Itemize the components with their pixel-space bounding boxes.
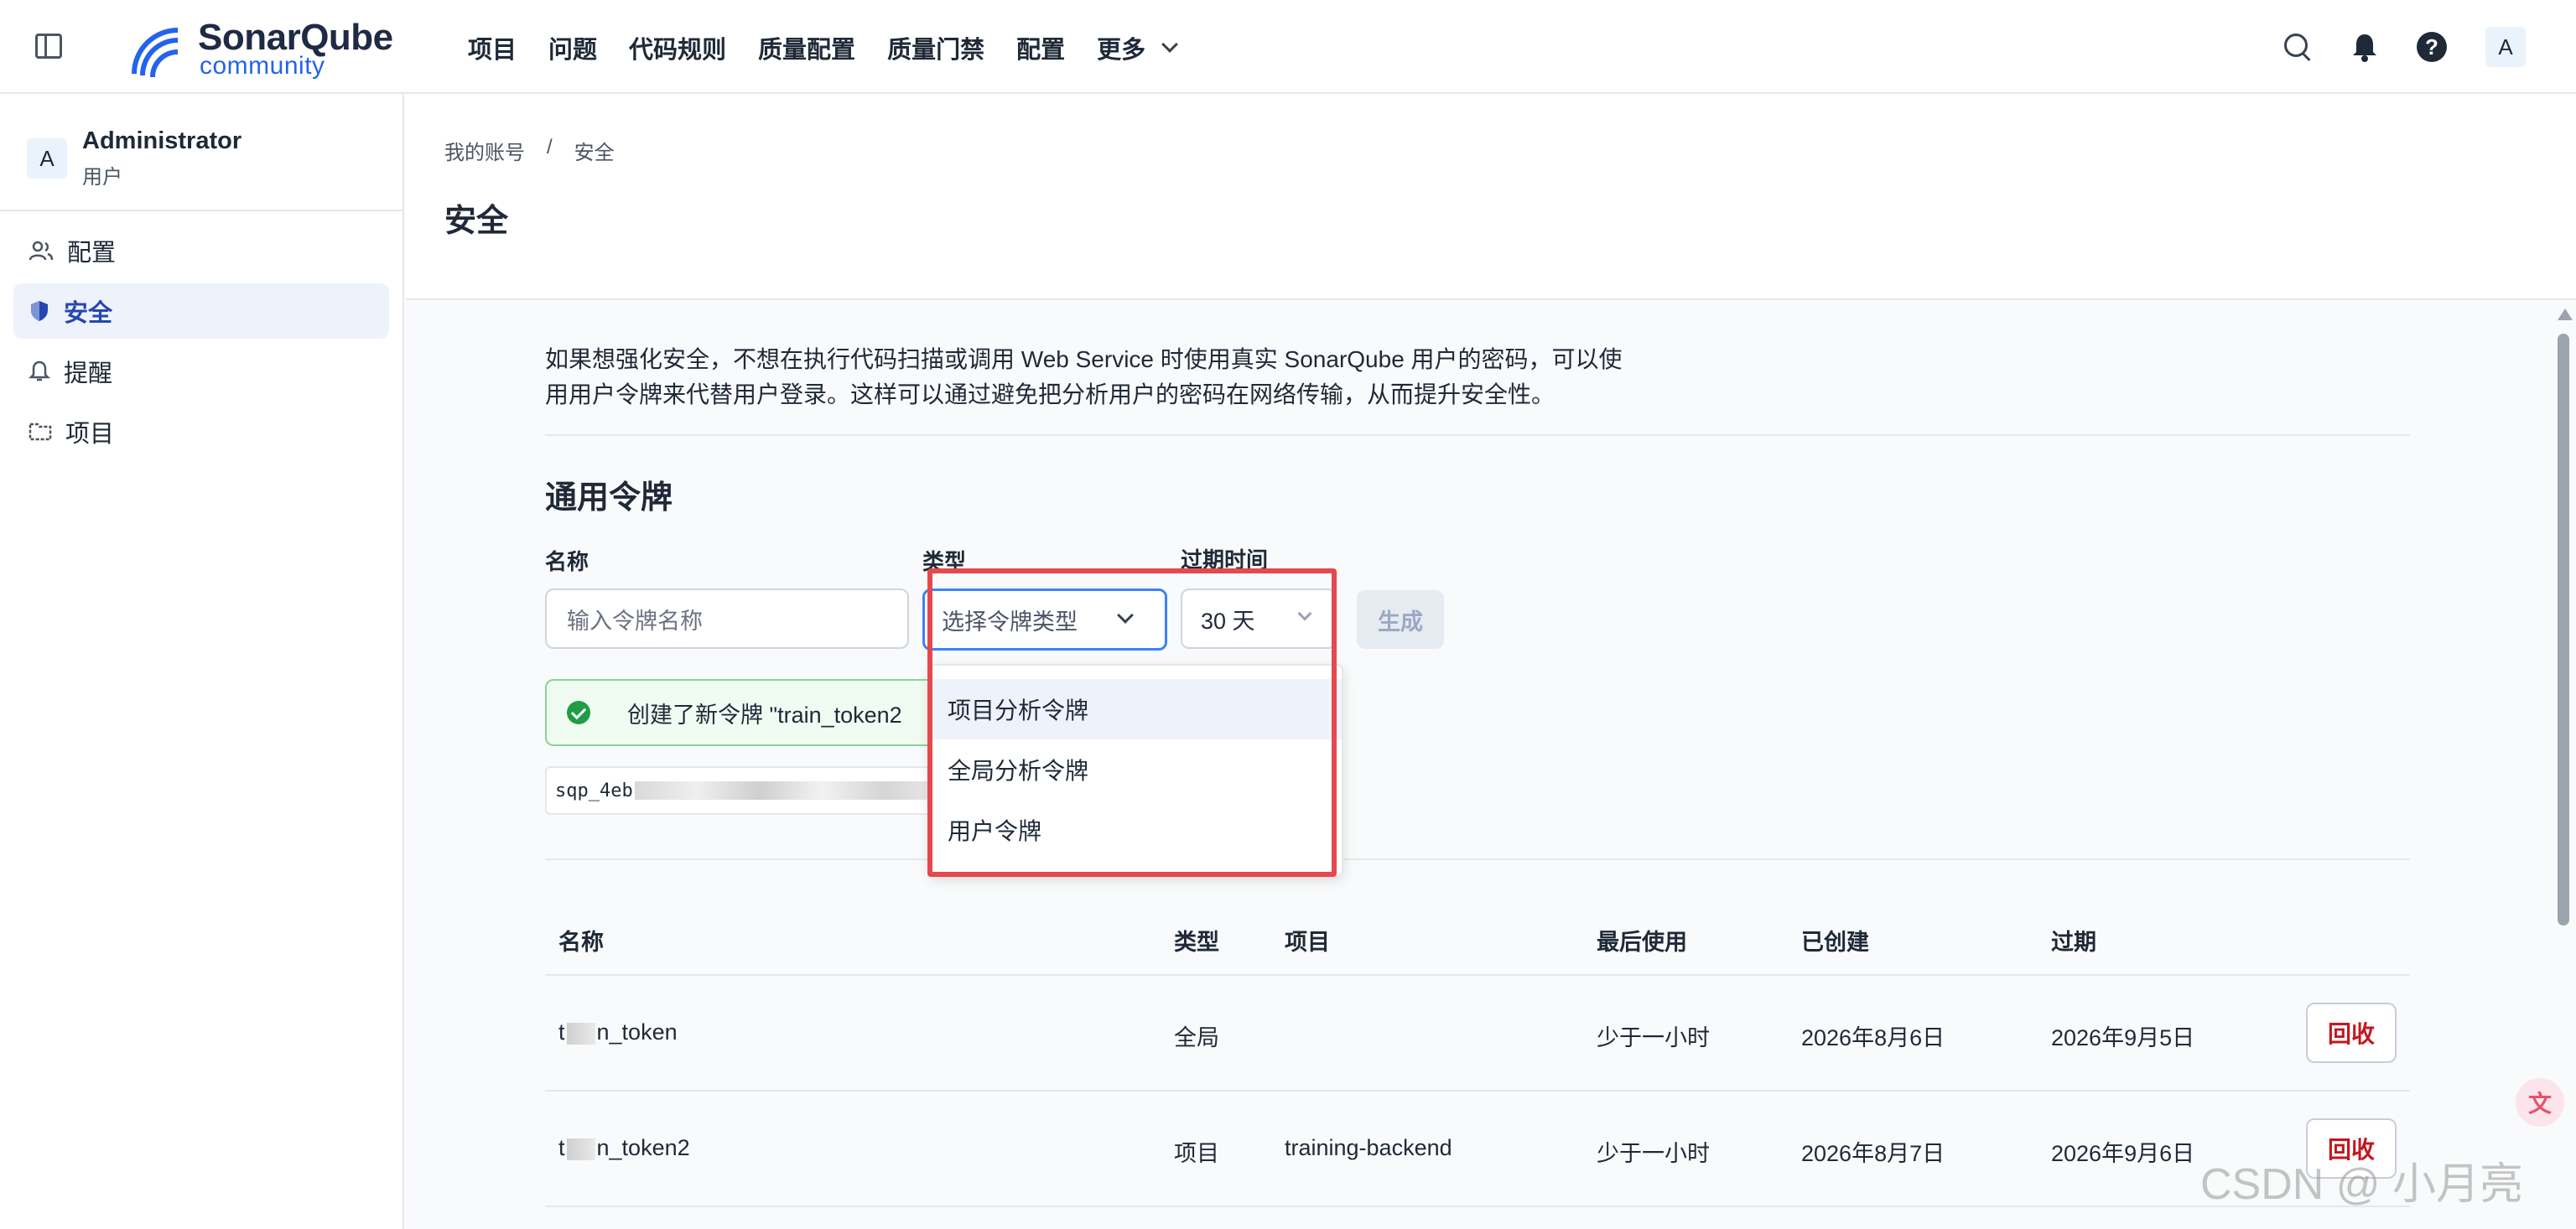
table-row: t n_token 全局 少于一小时 2026年8月6日 2026年9月5日 回收: [545, 976, 2410, 1092]
sidebar-item-label: 配置: [67, 240, 117, 267]
generate-button[interactable]: 生成: [1357, 590, 1444, 649]
breadcrumb-current: 安全: [574, 142, 615, 164]
nav-quality-profiles[interactable]: 质量配置: [758, 30, 855, 65]
page-header: 我的账号 / 安全 安全: [406, 94, 2576, 300]
logo-edition: community: [200, 52, 325, 80]
col-project: 项目: [1285, 930, 1330, 955]
token-type-placeholder: 选择令牌类型: [942, 609, 1078, 635]
breadcrumb-my-account[interactable]: 我的账号: [444, 136, 525, 165]
folder-icon: [29, 423, 52, 441]
page-title: 安全: [444, 204, 509, 239]
section-title: 通用令牌: [545, 480, 673, 516]
col-type: 类型: [1174, 930, 1219, 955]
new-token-value[interactable]: sqp_4eb: [545, 766, 948, 815]
sidebar-toggle-icon[interactable]: [35, 34, 62, 59]
nav-rules[interactable]: 代码规则: [629, 30, 726, 65]
token-prefix: sqp_4eb: [555, 780, 633, 801]
user-name: Administrator: [82, 127, 242, 154]
nav-projects[interactable]: 项目: [468, 30, 517, 65]
top-actions: ? A: [2283, 27, 2526, 67]
chevron-down-icon: [1297, 606, 1312, 621]
table-row: t n_token2 项目 training-backend 少于一小时 2026…: [545, 1092, 2410, 1207]
col-expires: 过期: [2051, 930, 2096, 955]
revoke-button[interactable]: 回收: [2306, 1003, 2397, 1063]
token-created: 2026年8月6日: [1801, 1025, 1945, 1050]
people-icon: [29, 241, 54, 261]
sonarqube-logo[interactable]: SonarQube community: [126, 15, 402, 82]
account-sidebar: A Administrator 用户 配置 安全 提醒 项目: [0, 94, 404, 1229]
tokens-table-header: 名称 类型 项目 最后使用 已创建 过期: [545, 895, 2410, 976]
breadcrumb: 我的账号 / 安全: [444, 136, 615, 165]
expiry-value: 30 天: [1201, 608, 1255, 634]
divider: [545, 858, 2410, 860]
intro-line: 用用户令牌来代替用户登录。这样可以通过避免把分析用户的密码在网络传输，从而提升安…: [545, 381, 1555, 407]
sidebar-menu: 配置 安全 提醒 项目: [13, 223, 389, 464]
user-avatar: A: [27, 138, 67, 179]
main-nav: 项目 问题 代码规则 质量配置 质量门禁 配置 更多: [468, 30, 1208, 65]
nav-issues[interactable]: 问题: [548, 30, 597, 65]
sonarqube-logo-mark-icon: [132, 28, 179, 78]
name-label: 名称: [545, 549, 589, 574]
alert-text: 创建了新令牌 "train_token2: [627, 702, 902, 728]
bell-icon[interactable]: [2351, 32, 2378, 62]
token-name-placeholder: 输入令牌名称: [567, 608, 703, 634]
token-type-select[interactable]: 选择令牌类型: [922, 589, 1167, 651]
token-type: 全局: [1174, 1025, 1219, 1050]
nav-more[interactable]: 更多: [1097, 30, 1179, 65]
token-last-used: 少于一小时: [1597, 1025, 1710, 1050]
token-created: 2026年8月7日: [1801, 1141, 1945, 1166]
avatar[interactable]: A: [2485, 27, 2526, 67]
col-last-used: 最后使用: [1597, 930, 1687, 955]
expiry-label: 过期时间: [1181, 547, 1269, 573]
success-alert: 创建了新令牌 "train_token2: [545, 679, 948, 746]
check-circle-icon: [567, 701, 590, 724]
nav-administration[interactable]: 配置: [1016, 30, 1065, 65]
top-navbar: SonarQube community 项目 问题 代码规则 质量配置 质量门禁…: [0, 0, 2576, 94]
translate-icon[interactable]: 文: [2516, 1078, 2564, 1127]
breadcrumb-separator: /: [547, 136, 553, 158]
sidebar-item-notifications[interactable]: 提醒: [13, 344, 389, 399]
col-name: 名称: [558, 930, 604, 955]
scroll-up-icon[interactable]: [2558, 309, 2573, 320]
security-content: 如果想强化安全，不想在执行代码扫描或调用 Web Service 时使用真实 S…: [406, 300, 2576, 1229]
expiry-select[interactable]: 30 天: [1181, 589, 1337, 649]
token-last-used: 少于一小时: [1597, 1141, 1710, 1166]
intro-line: 如果想强化安全，不想在执行代码扫描或调用 Web Service 时使用真实 S…: [545, 346, 1623, 372]
watermark: CSDN @ 小月亮: [2200, 1160, 2524, 1209]
scrollbar-thumb[interactable]: [2558, 334, 2569, 926]
chevron-down-icon: [1117, 607, 1134, 624]
sidebar-item-label: 项目: [65, 421, 115, 448]
token-type-dropdown: 项目分析令牌 全局分析令牌 用户令牌: [929, 664, 1343, 877]
token-expires: 2026年9月6日: [2051, 1141, 2195, 1166]
token-name: t n_token: [558, 1019, 678, 1045]
divider: [545, 434, 2410, 436]
col-created: 已创建: [1801, 930, 1869, 955]
token-name-input[interactable]: 输入令牌名称: [545, 589, 909, 649]
token-project: training-backend: [1285, 1135, 1452, 1160]
nav-quality-gates[interactable]: 质量门禁: [887, 30, 984, 65]
sidebar-item-projects[interactable]: 项目: [13, 404, 389, 459]
shield-icon: [31, 301, 48, 321]
token-type: 项目: [1174, 1141, 1219, 1166]
chevron-down-icon: [1161, 36, 1179, 53]
bell-icon: [29, 360, 50, 381]
sidebar-item-profile[interactable]: 配置: [13, 223, 389, 278]
nav-more-label: 更多: [1097, 37, 1146, 64]
intro-text: 如果想强化安全，不想在执行代码扫描或调用 Web Service 时使用真实 S…: [545, 342, 1652, 412]
option-user-token[interactable]: 用户令牌: [931, 800, 1342, 860]
sidebar-divider: [0, 210, 402, 211]
option-project-analysis-token[interactable]: 项目分析令牌: [931, 679, 1342, 739]
blurred-token: [634, 781, 946, 800]
token-expires: 2026年9月5日: [2051, 1025, 2195, 1050]
user-block: A Administrator 用户: [27, 127, 242, 189]
sidebar-item-label: 安全: [64, 300, 113, 327]
token-name: t n_token2: [558, 1135, 690, 1160]
option-global-analysis-token[interactable]: 全局分析令牌: [931, 739, 1342, 800]
help-icon[interactable]: ?: [2417, 32, 2447, 62]
sidebar-item-security[interactable]: 安全: [13, 283, 389, 339]
search-icon[interactable]: [2283, 32, 2313, 62]
type-label: 类型: [922, 549, 967, 574]
sidebar-item-label: 提醒: [64, 360, 113, 387]
user-role: 用户: [82, 166, 122, 189]
